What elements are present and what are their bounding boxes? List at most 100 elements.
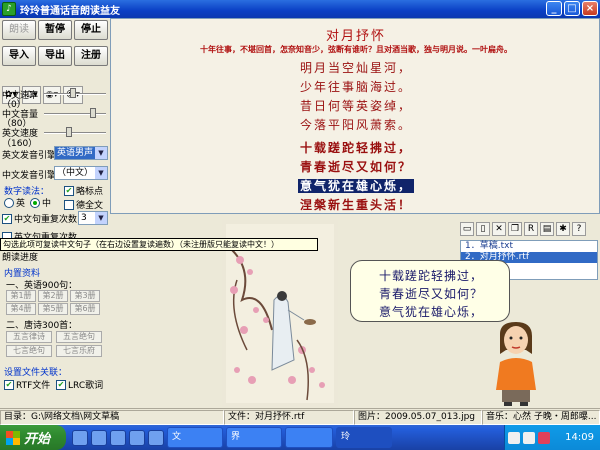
digit-chinese-radio[interactable]: 中 <box>30 196 51 209</box>
poem-title: 对月抒怀 <box>325 29 386 44</box>
list-item[interactable]: 1．草稿.txt <box>461 241 597 252</box>
volume-slider-track[interactable] <box>44 113 106 115</box>
grade-3-button[interactable]: 第3册 <box>70 290 100 302</box>
close-button[interactable]: × <box>582 1 598 16</box>
import-button[interactable]: 导入 <box>2 46 36 66</box>
text-editor[interactable]: 对月抒怀 十年往事，不堪回首，怎奈知音少，弦断有谁听？且对酒当歌，独与明月说。一… <box>110 18 600 214</box>
windows-logo-icon <box>6 430 20 445</box>
desktop-icon[interactable] <box>129 429 145 446</box>
digit-english-radio[interactable]: 英 <box>4 196 25 209</box>
chevron-down-icon[interactable]: ▼ <box>95 212 107 224</box>
taskbar: 开始 文 界 玲 14:09 <box>0 425 600 450</box>
poem-5jue-button[interactable]: 五言绝句 <box>56 331 102 343</box>
reader-avatar[interactable] <box>486 320 546 407</box>
title-bar[interactable]: ♪ 玲玲普通话音朗读益友 _ □ × <box>0 0 600 18</box>
media-icon[interactable] <box>110 429 126 446</box>
rtf-checkbox[interactable]: ✔ RTF文件 <box>4 378 50 391</box>
cn-repeat-value: 3 <box>81 213 87 223</box>
chevron-down-icon[interactable]: ▼ <box>95 167 107 179</box>
register-button[interactable]: 注册 <box>74 46 108 66</box>
copy-icon[interactable]: ❐ <box>508 222 522 236</box>
stop-button[interactable]: 停止 <box>74 20 108 40</box>
start-button[interactable]: 开始 <box>0 425 66 450</box>
check-icon: ✔ <box>64 185 74 196</box>
clock[interactable]: 14:09 <box>565 432 594 443</box>
speech-bubble: 十载蹉跎轻拂过， 青春逝尽又如何？ 意气犹在雄心烁， <box>350 260 510 322</box>
status-file: 文件：对月抒怀.rtf <box>224 410 354 425</box>
help-icon[interactable]: ? <box>572 222 586 236</box>
browser-icon[interactable] <box>72 429 88 446</box>
system-tray: 14:09 <box>504 425 600 450</box>
en-engine-select[interactable]: 英语男声 ▼ <box>54 146 108 160</box>
grade-5-button[interactable]: 第5册 <box>38 303 68 315</box>
cn-repeat-label: 中文句重复次数 <box>14 215 78 225</box>
poem-line-highlighted: 意气犹在雄心烁， <box>111 177 600 194</box>
read-button[interactable]: 朗读 <box>2 20 36 40</box>
file-panel: ▭ ▯ ✕ ❐ R ▤ ✱ ? 1．草稿.txt 2．对月抒怀.rtf 十载蹉跎… <box>340 220 600 407</box>
task-button[interactable]: 文 <box>167 427 223 448</box>
grade-6-button[interactable]: 第6册 <box>70 303 100 315</box>
progress-label: 朗读进度 <box>2 253 39 263</box>
task-button[interactable]: 界 <box>226 427 282 448</box>
status-bar: 目录：G:\网络文档\网文草稿 文件：对月抒怀.rtf 图片：2009.05.0… <box>0 408 600 425</box>
poem-7yuefu-button[interactable]: 七言乐府 <box>56 345 102 357</box>
punct-checkbox[interactable]: ✔ 略标点 <box>64 184 103 197</box>
new-icon[interactable]: ▯ <box>476 222 490 236</box>
volume-slider-thumb[interactable] <box>90 108 96 118</box>
current-sentence: 意气犹在雄心烁， <box>297 179 414 193</box>
punct-label: 略标点 <box>76 187 104 197</box>
checkbox-empty-icon <box>64 199 74 210</box>
assoc-title: 设置文件关联： <box>4 368 68 378</box>
en-engine-label: 英文发音引擎 <box>2 151 57 161</box>
task-button-active[interactable]: 玲 <box>336 427 392 448</box>
lrc-checkbox[interactable]: ✔ LRC歌词 <box>56 378 103 391</box>
status-dir: 目录：G:\网络文档\网文草稿 <box>0 410 224 425</box>
chevron-down-icon[interactable]: ▼ <box>95 147 107 159</box>
bubble-line: 青春逝尽又如何？ <box>378 287 483 301</box>
cn-repeat-select[interactable]: 3 ▼ <box>78 211 108 225</box>
rename-icon[interactable]: R <box>524 222 538 236</box>
rate-slider-thumb[interactable] <box>70 88 76 98</box>
tooltip: 勾选此项可复读中文句子（在右边设置复读遍数）（未注册版只能复读中文！） <box>0 238 318 251</box>
grade-4-button[interactable]: 第4册 <box>6 303 36 315</box>
digit-english-label: 英 <box>16 199 26 209</box>
grade-1-button[interactable]: 第1册 <box>6 290 36 302</box>
radio-icon <box>4 197 14 208</box>
de-whole-label: 德全文 <box>76 201 104 211</box>
open-icon[interactable]: ▭ <box>460 222 474 236</box>
volume-icon[interactable] <box>523 431 535 444</box>
start-label: 开始 <box>24 432 51 447</box>
folder-icon[interactable] <box>91 429 107 446</box>
status-music: 音乐：心然 子晚・周郎曝... <box>482 410 600 425</box>
maximize-button[interactable]: □ <box>564 1 580 16</box>
radio-selected-icon <box>30 197 40 208</box>
en-speed-slider-track[interactable] <box>44 132 106 134</box>
cn-repeat-checkbox[interactable]: ✔ 中文句重复次数 <box>2 212 77 225</box>
export-button[interactable]: 导出 <box>38 46 72 66</box>
disc-icon[interactable]: ◉▾ <box>42 86 62 104</box>
en-engine-value: 英语男声 <box>57 148 94 158</box>
en-speed-slider-thumb[interactable] <box>66 127 72 137</box>
poem-line: 今落平阳风萧索。 <box>299 118 412 132</box>
poem-intro: 十年往事，不堪回首，怎奈知音少，弦断有谁听？且对酒当歌，独与明月说。一叶扁舟。 <box>200 44 512 54</box>
heart-icon[interactable] <box>538 431 550 444</box>
chat-icon[interactable] <box>148 429 164 446</box>
network-icon[interactable] <box>508 431 520 444</box>
de-whole-checkbox[interactable]: 德全文 <box>64 198 103 211</box>
settings-icon[interactable]: ✱ <box>556 222 570 236</box>
grade-2-button[interactable]: 第2册 <box>38 290 68 302</box>
file-toolbar: ▭ ▯ ✕ ❐ R ▤ ✱ ? <box>460 222 586 238</box>
cn-engine-select[interactable]: （中文） ▼ <box>54 166 108 180</box>
delete-icon[interactable]: ✕ <box>492 222 506 236</box>
minimize-button[interactable]: _ <box>546 1 562 16</box>
digit-chinese-label: 中 <box>42 199 52 209</box>
poem-line: 少年往事脑海过。 <box>299 80 412 94</box>
task-button[interactable] <box>285 427 333 448</box>
status-image: 图片：2009.05.07_013.jpg <box>354 410 482 425</box>
poem-line: 昔日何等英姿绰， <box>299 99 412 113</box>
pause-button[interactable]: 暂停 <box>38 20 72 40</box>
poem-7jue-button[interactable]: 七言绝句 <box>6 345 52 357</box>
folder-icon[interactable]: ▤ <box>540 222 554 236</box>
poem-5lv-button[interactable]: 五言律诗 <box>6 331 52 343</box>
bubble-line: 十载蹉跎轻拂过， <box>378 269 483 283</box>
